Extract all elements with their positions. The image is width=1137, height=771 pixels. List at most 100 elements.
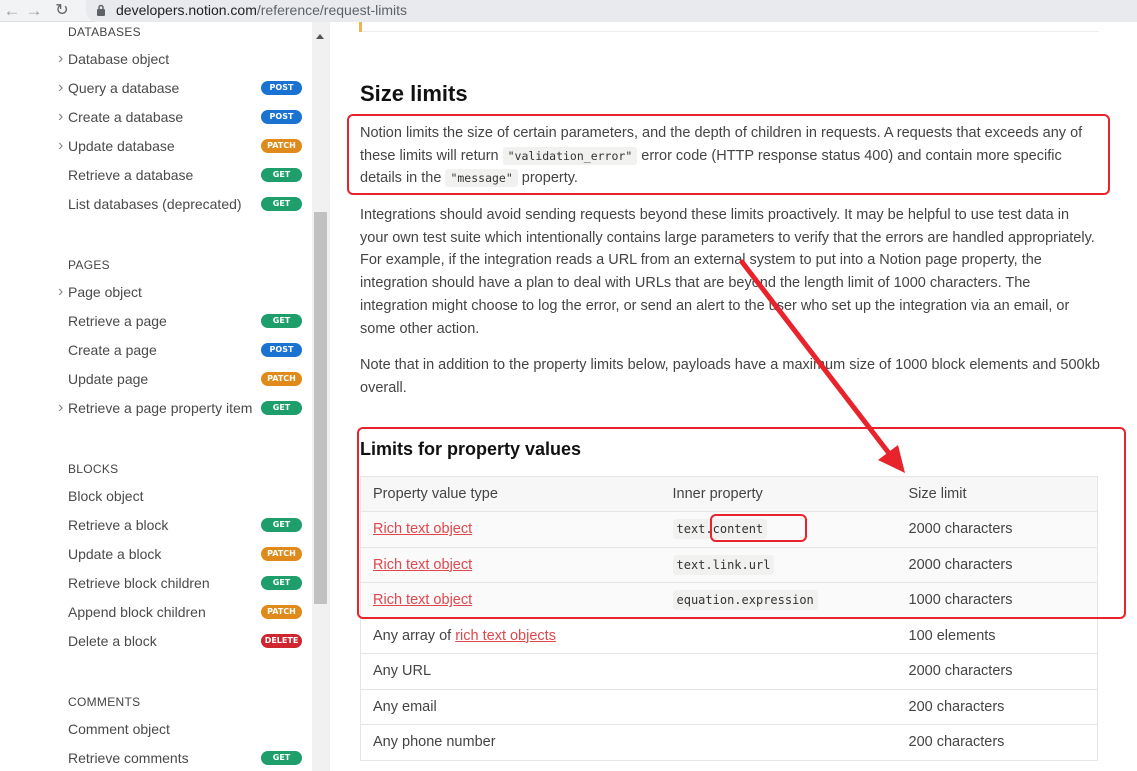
page-section-heading: Size limits (360, 81, 468, 106)
validation-error-code: "validation_error" (502, 146, 638, 165)
sidebar-item-label: Retrieve a page property item (68, 400, 253, 416)
sidebar-item-create-a-page[interactable]: Create a page POST (58, 339, 308, 361)
cell-size-limit: 200 characters (896, 688, 1098, 725)
sidebar-scrollbar[interactable] (312, 22, 329, 771)
method-badge-patch: PATCH (261, 372, 302, 386)
sidebar-item-update-database[interactable]: › Update database PATCH (58, 135, 308, 157)
header-size-limit: Size limit (896, 476, 1098, 512)
cell-property-type: Rich text object (360, 546, 661, 583)
cell-property-type: Rich text object (360, 511, 661, 547)
sidebar-item-update-page[interactable]: Update page PATCH (58, 368, 308, 390)
cell-inner-property: equation.expression (660, 582, 897, 618)
chevron-right-icon[interactable]: › (58, 135, 63, 157)
sidebar-item-label: Delete a block (68, 633, 157, 649)
cell-inner-property: text.link.url (660, 546, 897, 583)
scroll-up-icon[interactable] (316, 34, 324, 39)
sidebar-item-retrieve-a-page[interactable]: Retrieve a page GET (58, 310, 308, 332)
sidebar-item-comment-object[interactable]: Comment object (58, 718, 308, 740)
method-badge-get: GET (261, 576, 302, 590)
header-inner-property: Inner property (660, 476, 897, 512)
sidebar-item-create-a-database[interactable]: › Create a database POST (58, 106, 308, 128)
sidebar-item-label: Block object (68, 488, 144, 504)
sidebar-section-comments: COMMENTS (68, 695, 141, 709)
cell-inner-property (660, 617, 897, 654)
method-badge-patch: PATCH (261, 605, 302, 619)
cell-inner-property (660, 688, 897, 725)
sidebar-item-label: Retrieve block children (68, 575, 210, 591)
method-badge-post: POST (261, 81, 302, 95)
method-badge-patch: PATCH (261, 139, 302, 153)
cell-property-type: Any phone number (360, 724, 661, 760)
chevron-right-icon[interactable]: › (58, 48, 63, 70)
chevron-right-icon[interactable]: › (58, 106, 63, 128)
sidebar-item-page-object[interactable]: › Page object (58, 281, 308, 303)
sidebar-item-label: Update page (68, 371, 149, 387)
browser-toolbar: ← → ↻ developers.notion.com/reference/re… (0, 0, 1137, 22)
method-badge-get: GET (261, 751, 302, 765)
inner-property-code: equation.expression (672, 590, 818, 611)
cell-property-type: Rich text object (360, 582, 661, 618)
note-paragraph: Note that in addition to the property li… (360, 357, 1100, 396)
sidebar-item-append-block-children[interactable]: Append block children PATCH (58, 601, 308, 623)
sidebar-item-label: Retrieve a page (68, 313, 167, 329)
method-badge-delete: DELETE (261, 634, 302, 648)
sidebar-item-label: Database object (68, 51, 170, 67)
integrations-paragraph: Integrations should avoid sending reques… (360, 207, 1095, 337)
scrollbar-thumb[interactable] (314, 212, 327, 604)
sidebar-item-block-object[interactable]: Block object (58, 485, 308, 507)
inner-property-code: text.content (672, 519, 768, 540)
sidebar-item-label: Retrieve a block (68, 517, 169, 533)
property-limits-table: Property value type Inner property Size … (360, 476, 1098, 761)
method-badge-post: POST (261, 343, 302, 357)
cell-property-type: Any URL (360, 653, 661, 689)
sidebar-item-database-object[interactable]: › Database object (58, 48, 308, 70)
sidebar-item-label: Append block children (68, 604, 206, 620)
method-badge-post: POST (261, 110, 302, 124)
table-row: Any array of rich text objects 100 elemen… (360, 617, 1098, 654)
sidebar-section-blocks: BLOCKS (68, 462, 119, 476)
sidebar-item-list-databases-deprecated[interactable]: List databases (deprecated) GET (58, 193, 308, 215)
table-row: Any phone number 200 characters (360, 724, 1098, 760)
property-limits-heading: Limits for property values (360, 439, 582, 459)
cell-size-limit: 2000 characters (896, 653, 1098, 689)
table-row: Rich text object text.link.url 2000 charac… (360, 546, 1098, 583)
header-property-type: Property value type (360, 476, 661, 512)
table-row: Rich text object text.content 2000 charact… (360, 511, 1098, 547)
sidebar-section-databases: DATABASES (68, 25, 141, 39)
chevron-right-icon[interactable]: › (58, 281, 63, 303)
cell-property-type: Any array of rich text objects (360, 617, 661, 654)
rich-text-object-link[interactable]: Rich text object (373, 592, 472, 608)
forward-icon[interactable]: → (24, 1, 44, 21)
chevron-right-icon[interactable]: › (58, 77, 63, 99)
sidebar-item-label: Comment object (68, 721, 170, 737)
back-icon[interactable]: ← (2, 1, 22, 21)
reload-icon[interactable]: ↻ (52, 1, 72, 21)
cell-inner-property: text.content (660, 511, 897, 547)
address-bar[interactable]: developers.notion.com/reference/request-… (86, 0, 1137, 22)
message-code: "message" (445, 169, 518, 188)
sidebar-item-retrieve-a-database[interactable]: Retrieve a database GET (58, 164, 308, 186)
sidebar: DATABASES › Database object › Query a databa… (0, 22, 330, 771)
sidebar-item-update-a-block[interactable]: Update a block PATCH (58, 543, 308, 565)
sidebar-section-pages: PAGES (68, 258, 110, 272)
sidebar-item-query-a-database[interactable]: › Query a database POST (58, 77, 308, 99)
method-badge-get: GET (261, 197, 302, 211)
sidebar-item-retrieve-comments[interactable]: Retrieve comments GET (58, 747, 308, 769)
sidebar-item-retrieve-a-page-property-item[interactable]: › Retrieve a page property item GET (58, 397, 308, 419)
cell-property-type: Any email (360, 688, 661, 725)
rich-text-object-link[interactable]: rich text objects (455, 628, 556, 644)
sidebar-item-retrieve-block-children[interactable]: Retrieve block children GET (58, 572, 308, 594)
sidebar-item-label: Retrieve comments (68, 750, 189, 766)
chevron-right-icon[interactable]: › (58, 397, 63, 419)
method-badge-get: GET (261, 168, 302, 182)
sidebar-item-label: Update database (68, 138, 175, 154)
rich-text-object-link[interactable]: Rich text object (373, 521, 472, 537)
cell-size-limit: 100 elements (896, 617, 1098, 654)
previous-callout (359, 22, 1099, 32)
sidebar-item-retrieve-a-block[interactable]: Retrieve a block GET (58, 514, 308, 536)
rich-text-object-link[interactable]: Rich text object (373, 557, 472, 573)
method-badge-get: GET (261, 401, 302, 415)
sidebar-item-label: Create a page (68, 342, 157, 358)
sidebar-item-delete-a-block[interactable]: Delete a block DELETE (58, 630, 308, 652)
sidebar-item-label: List databases (deprecated) (68, 196, 242, 212)
